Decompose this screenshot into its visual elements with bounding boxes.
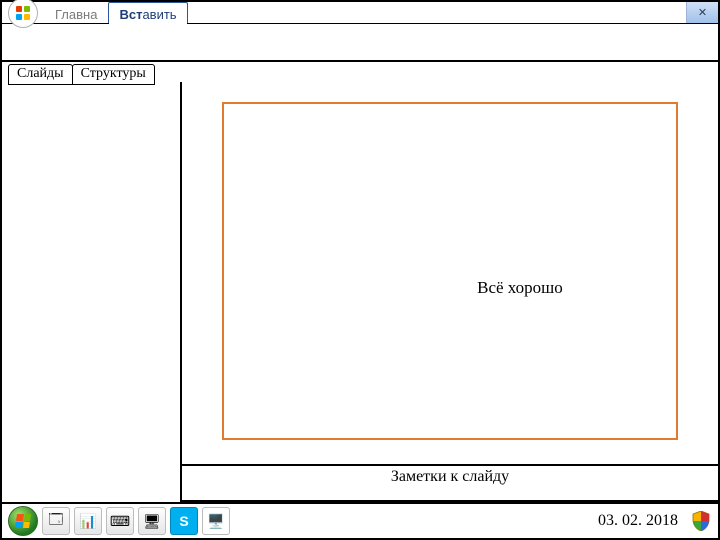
side-pane-tabs: Слайды Структуры bbox=[8, 64, 155, 85]
start-button[interactable] bbox=[8, 506, 38, 536]
ribbon-spacer bbox=[188, 2, 686, 23]
ribbon-tab-insert[interactable]: Вставить bbox=[108, 2, 187, 23]
notes-label: Заметки к слайду bbox=[391, 468, 509, 486]
office-button-icon bbox=[8, 0, 38, 28]
ribbon-tabs-row: Главна Вставить ✕ bbox=[2, 2, 718, 24]
explorer-icon: 🗔 bbox=[48, 509, 63, 533]
ribbon-body bbox=[2, 24, 718, 62]
chart-icon: 📊 bbox=[79, 513, 96, 530]
tray-security-shield[interactable] bbox=[690, 510, 712, 532]
taskbar-app-keyboard[interactable]: ⌨ bbox=[106, 507, 134, 535]
taskbar-app-skype[interactable]: S bbox=[170, 507, 198, 535]
content-placeholder[interactable]: Всё хорошо bbox=[222, 102, 678, 440]
taskbar-app-chart[interactable]: 📊 bbox=[74, 507, 102, 535]
taskbar-app-desktop[interactable]: 🖥️ bbox=[202, 507, 230, 535]
placeholder-text: Всё хорошо bbox=[477, 278, 563, 298]
skype-icon: S bbox=[179, 513, 188, 529]
taskbar: 🗔 📊 ⌨ 🖥 S 🖥️ 03. 02. 2018 bbox=[2, 502, 718, 538]
workspace: Всё хорошо Заметки к слайду bbox=[2, 82, 718, 502]
side-tab-outline[interactable]: Структуры bbox=[72, 64, 155, 85]
start-menu-icon bbox=[15, 514, 31, 528]
side-tab-slides-label: Слайды bbox=[17, 66, 64, 81]
keyboard-icon: ⌨ bbox=[110, 513, 130, 530]
ribbon-tab-home[interactable]: Главна bbox=[44, 2, 108, 23]
ribbon-tab-insert-label: Вставить bbox=[119, 7, 176, 22]
office-button[interactable] bbox=[2, 2, 44, 24]
slide-canvas[interactable]: Всё хорошо bbox=[222, 102, 678, 440]
devices-icon: 🖥 bbox=[143, 513, 161, 530]
slide-area: Всё хорошо Заметки к слайду bbox=[182, 82, 718, 502]
ribbon-tab-home-label: Главна bbox=[55, 7, 97, 22]
close-icon: ✕ bbox=[698, 6, 707, 19]
taskbar-date: 03. 02. 2018 bbox=[598, 512, 686, 530]
slide-canvas-wrap: Всё хорошо bbox=[182, 82, 718, 466]
window-frame: Главна Вставить ✕ Слайды Структуры Всё х… bbox=[0, 0, 720, 540]
taskbar-app-explorer[interactable]: 🗔 bbox=[42, 507, 70, 535]
desktop-icon: 🖥️ bbox=[207, 513, 224, 530]
window-close-button[interactable]: ✕ bbox=[686, 2, 718, 23]
security-shield-icon bbox=[692, 511, 710, 531]
notes-pane[interactable]: Заметки к слайду bbox=[182, 466, 718, 502]
side-tab-slides[interactable]: Слайды bbox=[8, 64, 73, 85]
thumbnail-pane[interactable] bbox=[2, 82, 182, 502]
side-tab-outline-label: Структуры bbox=[81, 66, 146, 81]
taskbar-app-devices[interactable]: 🖥 bbox=[138, 507, 166, 535]
